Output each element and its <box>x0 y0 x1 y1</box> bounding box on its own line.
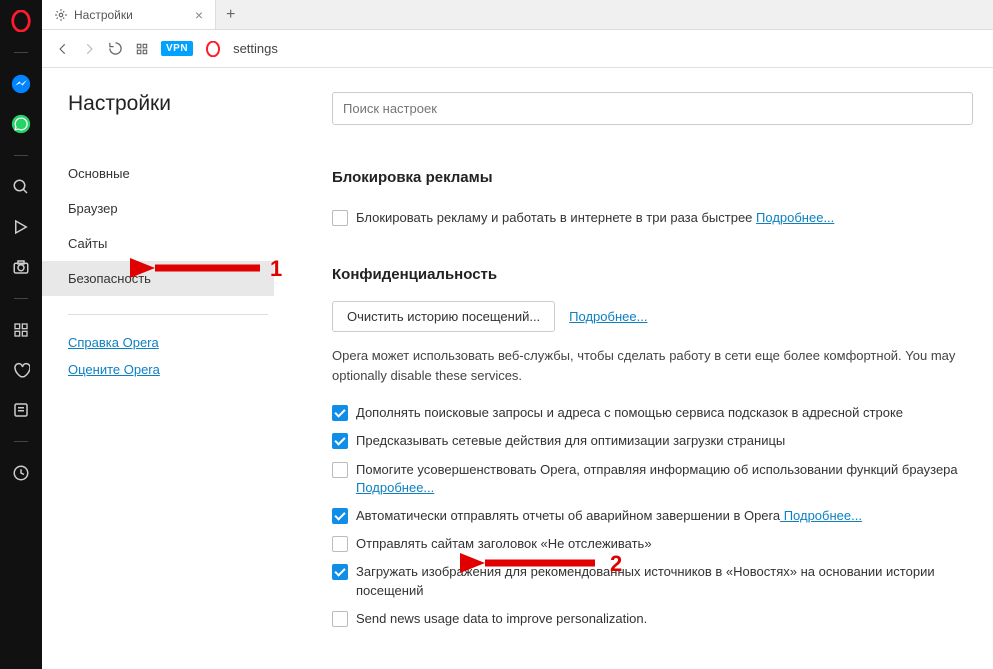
privacy-label-2: Помогите усовершенствовать Opera, отправ… <box>356 462 958 477</box>
privacy-label-0: Дополнять поисковые запросы и адреса с п… <box>356 405 903 420</box>
privacy-checkbox-5[interactable] <box>332 564 348 580</box>
opera-logo-icon[interactable] <box>10 10 32 32</box>
address-text[interactable]: settings <box>233 41 278 56</box>
reload-button[interactable] <box>108 41 123 56</box>
heart-icon[interactable] <box>10 359 32 381</box>
tab-bar: Настройки × + <box>42 0 993 30</box>
close-icon[interactable]: × <box>195 7 203 23</box>
privacy-label-4: Отправлять сайтам заголовок «Не отслежив… <box>356 536 652 551</box>
privacy-more-link-2[interactable]: Подробнее... <box>356 480 434 495</box>
whatsapp-icon[interactable] <box>10 113 32 135</box>
history-icon[interactable] <box>10 462 32 484</box>
page-title: Настройки <box>68 92 262 116</box>
new-tab-button[interactable]: + <box>216 6 245 24</box>
privacy-label-1: Предсказывать сетевые действия для оптим… <box>356 433 785 448</box>
adblock-more-link[interactable]: Подробнее... <box>756 210 834 225</box>
clear-history-button[interactable]: Очистить историю посещений... <box>332 301 555 332</box>
back-button[interactable] <box>56 42 70 56</box>
privacy-label-5: Загружать изображения для рекомендованны… <box>356 564 935 597</box>
privacy-more-link-3[interactable]: Подробнее... <box>780 508 862 523</box>
app-sidebar <box>0 0 42 669</box>
search-icon[interactable] <box>10 176 32 198</box>
settings-main: Блокировка рекламы Блокировать рекламу и… <box>262 68 993 669</box>
privacy-checkbox-0[interactable] <box>332 405 348 421</box>
privacy-checkbox-3[interactable] <box>332 508 348 524</box>
news-icon[interactable] <box>10 399 32 421</box>
tab-settings[interactable]: Настройки × <box>42 0 216 29</box>
rate-link[interactable]: Оцените Opera <box>68 356 262 383</box>
forward-button[interactable] <box>82 42 96 56</box>
help-link[interactable]: Справка Opera <box>68 329 262 356</box>
sidebar-item-basic[interactable]: Основные <box>68 156 262 191</box>
sidebar-item-browser[interactable]: Браузер <box>68 191 262 226</box>
section-privacy: Конфиденциальность Очистить историю посе… <box>332 266 973 633</box>
adblock-label: Блокировать рекламу и работать в интерне… <box>356 210 752 225</box>
sidebar-item-sites[interactable]: Сайты <box>68 226 262 261</box>
opera-icon <box>205 41 221 57</box>
privacy-checkbox-1[interactable] <box>332 433 348 449</box>
privacy-checkbox-4[interactable] <box>332 536 348 552</box>
grid-icon[interactable] <box>135 42 149 56</box>
section-title: Конфиденциальность <box>332 266 973 283</box>
address-bar: VPN settings <box>42 30 993 68</box>
privacy-checkbox-6[interactable] <box>332 611 348 627</box>
gear-icon <box>54 8 68 22</box>
section-title: Блокировка рекламы <box>332 169 973 186</box>
privacy-label-3: Автоматически отправлять отчеты об авари… <box>356 508 780 523</box>
section-adblock: Блокировка рекламы Блокировать рекламу и… <box>332 169 973 232</box>
vpn-badge[interactable]: VPN <box>161 41 193 56</box>
privacy-desc: Opera может использовать веб-службы, что… <box>332 346 973 385</box>
messenger-icon[interactable] <box>10 73 32 95</box>
privacy-checkbox-2[interactable] <box>332 462 348 478</box>
search-input[interactable] <box>332 92 973 125</box>
privacy-more-link[interactable]: Подробнее... <box>569 309 647 324</box>
speed-dial-icon[interactable] <box>10 319 32 341</box>
play-icon[interactable] <box>10 216 32 238</box>
camera-icon[interactable] <box>10 256 32 278</box>
privacy-label-6: Send news usage data to improve personal… <box>356 611 647 626</box>
settings-sidebar: Настройки Основные Браузер Сайты Безопас… <box>42 68 262 669</box>
tab-title: Настройки <box>74 8 133 22</box>
adblock-checkbox[interactable] <box>332 210 348 226</box>
sidebar-item-security[interactable]: Безопасность <box>42 261 274 296</box>
